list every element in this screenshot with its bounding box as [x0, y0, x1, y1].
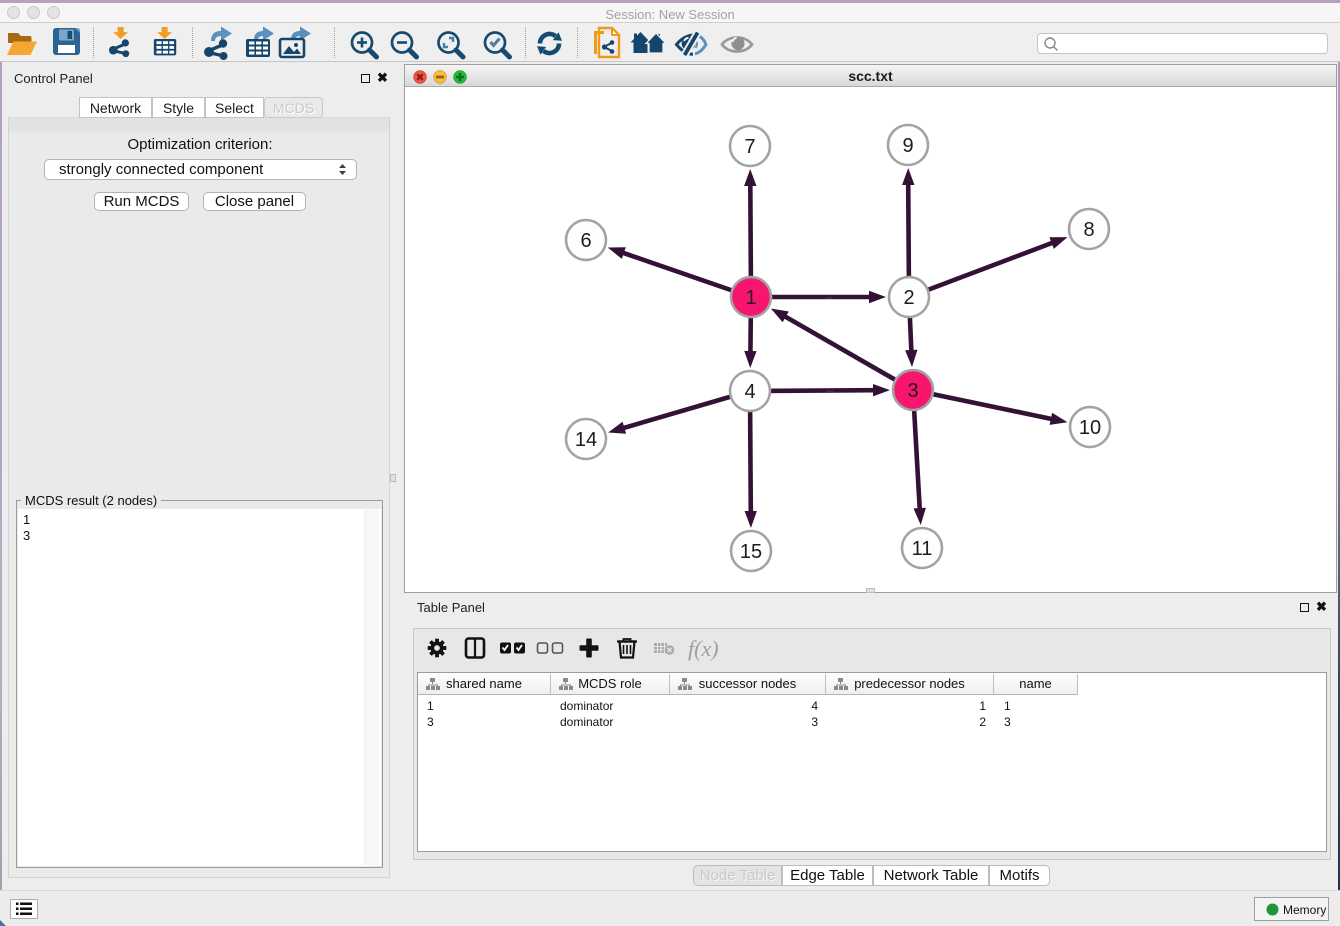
svg-text:4: 4 [744, 381, 755, 403]
svg-text:f(x): f(x) [688, 636, 719, 661]
svg-text:1: 1 [745, 287, 756, 309]
svg-text:10: 10 [1079, 417, 1101, 439]
svg-text:2: 2 [903, 287, 914, 309]
svg-text:15: 15 [740, 541, 762, 563]
svg-text:9: 9 [902, 135, 913, 157]
svg-text:11: 11 [912, 538, 933, 560]
svg-text:8: 8 [1083, 219, 1094, 241]
svg-text:14: 14 [575, 429, 597, 451]
svg-text:6: 6 [580, 230, 591, 252]
svg-text:7: 7 [744, 136, 755, 158]
svg-text:3: 3 [907, 380, 918, 402]
